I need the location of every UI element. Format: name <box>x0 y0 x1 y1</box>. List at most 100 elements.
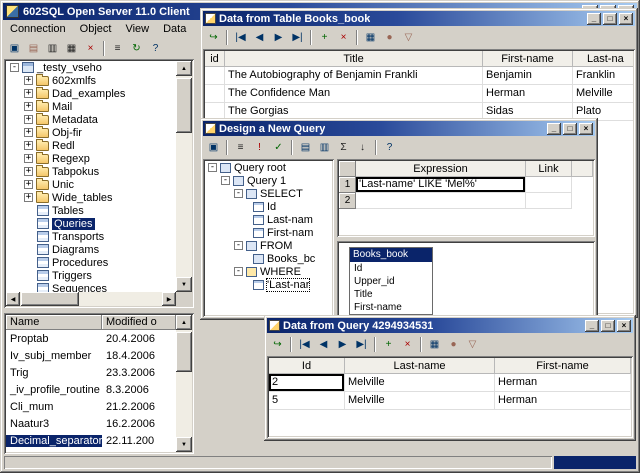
cell-id[interactable]: 2 <box>269 374 345 392</box>
maximize-button[interactable]: □ <box>563 122 577 135</box>
cell-first-name[interactable]: Herman <box>483 85 573 103</box>
tree-item-queries[interactable]: Queries <box>6 217 176 230</box>
scroll-thumb[interactable] <box>176 332 192 372</box>
cell-first-name[interactable]: Benjamin <box>483 67 573 85</box>
expander-icon[interactable]: + <box>24 102 33 111</box>
tree-item-triggers[interactable]: Triggers <box>6 269 176 282</box>
expression-cell[interactable] <box>356 193 526 209</box>
menu-connection[interactable]: Connection <box>3 22 73 36</box>
field-list-item[interactable]: Title <box>350 288 432 301</box>
minimize-button[interactable]: _ <box>547 122 561 135</box>
w1-titlebar[interactable]: Data from Table Books_book _ □ × <box>203 11 635 26</box>
field-list-item[interactable]: Upper_id <box>350 275 432 288</box>
expander-icon[interactable]: - <box>10 63 19 72</box>
scroll-up-icon[interactable]: ▲ <box>176 315 192 330</box>
query-tree-select[interactable]: - SELECT <box>205 187 332 200</box>
filter-icon[interactable]: ▽ <box>463 336 482 353</box>
new-object-icon[interactable]: ▣ <box>5 40 24 57</box>
exit-icon[interactable]: ↪ <box>268 336 287 353</box>
w2-titlebar[interactable]: Design a New Query _ □ × <box>203 121 595 136</box>
close-button[interactable]: × <box>617 319 631 332</box>
expander-icon[interactable]: + <box>24 141 33 150</box>
cell-last-name[interactable]: Melville <box>345 374 495 392</box>
tree-item-folder[interactable]: + Wide_tables <box>6 190 176 204</box>
expander-icon[interactable]: + <box>24 193 33 202</box>
tree-item-folder[interactable]: + Metadata <box>6 112 176 126</box>
tree-item-folder[interactable]: + Regexp <box>6 151 176 165</box>
query-tree-from[interactable]: - FROM <box>205 239 332 252</box>
menu-view[interactable]: View <box>118 22 156 36</box>
column-header-modified[interactable]: Modified o <box>102 315 176 330</box>
expander-icon[interactable]: + <box>24 167 33 176</box>
query-tree-column[interactable]: First-nam <box>205 226 332 239</box>
grid-settings-icon[interactable]: ▦ <box>361 29 380 46</box>
run-query-icon[interactable]: ! <box>250 139 269 156</box>
column-header-name[interactable]: Name <box>6 315 102 330</box>
tree-item-folder[interactable]: + Dad_examples <box>6 86 176 100</box>
exit-icon[interactable]: ↪ <box>204 29 223 46</box>
query-tree-column[interactable]: Id <box>205 200 332 213</box>
next-record-icon[interactable]: ▶ <box>333 336 352 353</box>
find-icon[interactable]: ● <box>444 336 463 353</box>
tree-item-transports[interactable]: Transports <box>6 230 176 243</box>
expander-icon[interactable]: + <box>24 154 33 163</box>
query-tree-query[interactable]: - Query 1 <box>205 174 332 187</box>
refresh-icon[interactable]: ↻ <box>127 40 146 57</box>
list-item-selected[interactable]: Decimal_separator 22.11.200 <box>6 432 176 449</box>
save-icon[interactable]: ▣ <box>204 139 223 156</box>
field-list-title[interactable]: Books_book <box>350 248 432 262</box>
scroll-thumb[interactable] <box>176 78 192 133</box>
paste-icon[interactable]: ▦ <box>62 40 81 57</box>
expander-icon[interactable]: + <box>24 115 33 124</box>
cell-last-name[interactable]: Melville <box>573 85 633 103</box>
properties-icon[interactable]: ≡ <box>108 40 127 57</box>
delete-record-icon[interactable]: × <box>398 336 417 353</box>
expression-cell[interactable]: 'Last-name' LIKE 'Mel%' <box>356 177 526 193</box>
add-table-icon[interactable]: ▤ <box>296 139 315 156</box>
tree-item-diagrams[interactable]: Diagrams <box>6 243 176 256</box>
tree-item-folder[interactable]: + Tabpokus <box>6 164 176 178</box>
menu-object[interactable]: Object <box>73 22 119 36</box>
column-header-last-name[interactable]: Last-name <box>345 358 495 374</box>
w3-titlebar[interactable]: Data from Query 4294934531 _ □ × <box>267 318 633 333</box>
sort-icon[interactable]: ↓ <box>353 139 372 156</box>
list-item[interactable]: Trig 23.3.2006 <box>6 364 176 381</box>
cell-first-name[interactable]: Herman <box>495 392 631 410</box>
expander-icon[interactable]: - <box>234 189 243 198</box>
sql-view-icon[interactable]: ≡ <box>231 139 250 156</box>
query-tree-root[interactable]: - Query root <box>205 161 332 174</box>
cell-title[interactable]: The Confidence Man <box>225 85 483 103</box>
help-icon[interactable]: ? <box>146 40 165 57</box>
cell-id[interactable] <box>205 85 225 103</box>
minimize-button[interactable]: _ <box>585 319 599 332</box>
last-record-icon[interactable]: ▶| <box>288 29 307 46</box>
link-cell[interactable] <box>526 193 572 209</box>
list-item[interactable]: Naatur3 16.2.2006 <box>6 415 176 432</box>
prior-record-icon[interactable]: ◀ <box>314 336 333 353</box>
list-item[interactable]: Iv_subj_member 18.4.2006 <box>6 347 176 364</box>
close-button[interactable]: × <box>579 122 593 135</box>
maximize-button[interactable]: □ <box>601 319 615 332</box>
link-cell[interactable] <box>526 177 572 193</box>
aggregate-icon[interactable]: Σ <box>334 139 353 156</box>
scroll-thumb[interactable] <box>21 292 79 306</box>
expander-icon[interactable]: + <box>24 128 33 137</box>
grid-settings-icon[interactable]: ▦ <box>425 336 444 353</box>
menu-data[interactable]: Data <box>156 22 193 36</box>
column-header-first-name[interactable]: First-name <box>495 358 631 374</box>
list-item[interactable]: Proptab 20.4.2006 <box>6 330 176 347</box>
query-tree-condition[interactable]: 'Last-nar <box>205 277 332 292</box>
add-column-icon[interactable]: ▥ <box>315 139 334 156</box>
query-tree-where[interactable]: - WHERE <box>205 265 332 278</box>
minimize-button[interactable]: _ <box>587 12 601 25</box>
scroll-down-icon[interactable]: ▼ <box>176 277 192 292</box>
query-tree-column[interactable]: Last-nam <box>205 213 332 226</box>
expander-icon[interactable]: + <box>24 89 33 98</box>
validate-icon[interactable]: ✓ <box>269 139 288 156</box>
field-list-box[interactable]: Books_book Id Upper_id Title First-name <box>349 247 433 315</box>
expander-icon[interactable]: - <box>221 176 230 185</box>
last-record-icon[interactable]: ▶| <box>352 336 371 353</box>
first-record-icon[interactable]: |◀ <box>231 29 250 46</box>
close-button[interactable]: × <box>619 12 633 25</box>
scroll-down-icon[interactable]: ▼ <box>176 437 192 452</box>
